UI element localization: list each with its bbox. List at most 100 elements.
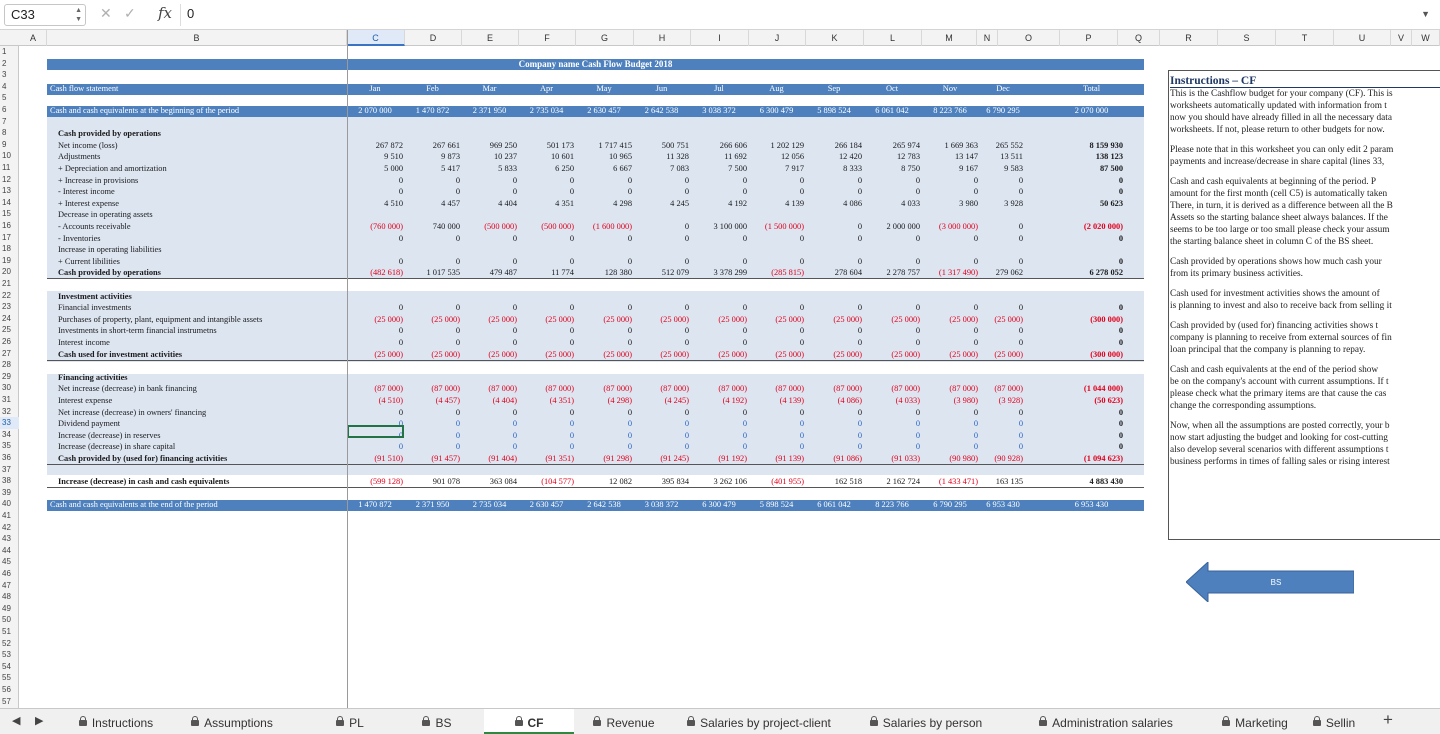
tab-marketing[interactable]: Marketing	[1206, 709, 1304, 734]
cell-value[interactable]: (91 139)	[749, 453, 804, 465]
cell-value[interactable]: 0	[922, 441, 978, 453]
cell-value[interactable]: 0	[806, 325, 862, 337]
row-header-12[interactable]: 12	[0, 174, 19, 186]
cell-value[interactable]: 6 790 295	[983, 105, 1023, 117]
cell-value[interactable]: (91 510)	[347, 453, 403, 465]
cell-value[interactable]: (87 000)	[691, 383, 747, 395]
cell-value[interactable]: 0	[922, 256, 978, 268]
cell-value[interactable]: 969 250	[462, 140, 517, 152]
row-header-31[interactable]: 31	[0, 394, 19, 406]
name-box[interactable]: C33 ▲ ▼	[4, 4, 86, 26]
row-header-47[interactable]: 47	[0, 580, 19, 592]
cell-value[interactable]: 6 953 430	[1060, 499, 1123, 511]
row-header-30[interactable]: 30	[0, 382, 19, 394]
cell-value[interactable]: (25 000)	[576, 314, 632, 326]
row-header-13[interactable]: 13	[0, 185, 19, 197]
cell-value[interactable]: (25 000)	[806, 349, 862, 361]
cell-value[interactable]: (1 500 000)	[749, 221, 804, 233]
cell-value[interactable]: 0	[634, 175, 689, 187]
cell-value[interactable]: 0	[806, 407, 862, 419]
cell-value[interactable]: (90 980)	[922, 453, 978, 465]
cell-value[interactable]: 0	[691, 186, 747, 198]
column-header-p[interactable]: P	[1060, 30, 1118, 46]
cell-value[interactable]: 0	[864, 430, 920, 442]
prev-sheet-icon[interactable]: ◀	[12, 714, 20, 727]
cell-value[interactable]: (482 618)	[347, 267, 403, 279]
row-header-26[interactable]: 26	[0, 336, 19, 348]
cell-value[interactable]: (401 955)	[749, 476, 804, 488]
name-box-spinner-icon[interactable]: ▲ ▼	[75, 6, 82, 24]
cell-value[interactable]: 0	[806, 186, 862, 198]
row-header-54[interactable]: 54	[0, 661, 19, 673]
cell-value[interactable]: (25 000)	[634, 349, 689, 361]
row-header-22[interactable]: 22	[0, 290, 19, 302]
row-header-55[interactable]: 55	[0, 672, 19, 684]
cell-value[interactable]: 6 250	[519, 163, 574, 175]
cell-value[interactable]: 2 000 000	[864, 221, 921, 233]
cell-value[interactable]: (4 245)	[634, 395, 689, 407]
cell-value[interactable]: 0	[347, 325, 403, 337]
cell-value[interactable]: 0	[634, 430, 689, 442]
cell-value[interactable]: 0	[806, 418, 862, 430]
cell-value[interactable]: 0	[462, 175, 517, 187]
row-header-39[interactable]: 39	[0, 487, 19, 499]
cell-value[interactable]: (87 000)	[405, 383, 460, 395]
cell-value[interactable]: (2 020 000)	[1060, 221, 1123, 233]
cell-value[interactable]: (90 928)	[983, 453, 1023, 465]
row-header-57[interactable]: 57	[0, 696, 19, 708]
cell-value[interactable]: 0	[519, 302, 574, 314]
cell-value[interactable]: 8 333	[806, 163, 862, 175]
cell-value[interactable]: (1 600 000)	[576, 221, 632, 233]
column-header-e[interactable]: E	[462, 30, 519, 46]
cell-value[interactable]: 0	[519, 337, 574, 349]
row-header-21[interactable]: 21	[0, 278, 19, 290]
cell-value[interactable]: 0	[806, 256, 862, 268]
cell-value[interactable]: 12 082	[576, 476, 632, 488]
cell-value[interactable]: 13 147	[922, 151, 978, 163]
row-header-36[interactable]: 36	[0, 452, 19, 464]
cell-value[interactable]: 0	[1060, 430, 1123, 442]
cell-value[interactable]: 7 917	[749, 163, 804, 175]
cell-value[interactable]: 4 351	[519, 198, 574, 210]
cell-value[interactable]: 0	[983, 175, 1023, 187]
cell-value[interactable]: 0	[405, 302, 460, 314]
cell-value[interactable]: 0	[749, 233, 804, 245]
cell-value[interactable]: (300 000)	[1060, 314, 1123, 326]
tab-salaries-by-project-client[interactable]: Salaries by project-client	[674, 709, 844, 734]
row-header-50[interactable]: 50	[0, 614, 19, 626]
cell-value[interactable]: 4 245	[634, 198, 689, 210]
cell-value[interactable]: (4 404)	[462, 395, 517, 407]
cell-value[interactable]: (3 980)	[922, 395, 978, 407]
cell-value[interactable]: 0	[864, 337, 920, 349]
cell-value[interactable]: 4 298	[576, 198, 632, 210]
cell-value[interactable]: 0	[749, 337, 804, 349]
cell-value[interactable]: 0	[922, 186, 978, 198]
cell-value[interactable]: 0	[576, 233, 632, 245]
row-header-32[interactable]: 32	[0, 406, 19, 418]
cell-value[interactable]: 3 262 106	[691, 476, 748, 488]
cell-value[interactable]: 0	[806, 337, 862, 349]
cell-value[interactable]: 0	[691, 325, 747, 337]
cell-value[interactable]: 0	[347, 256, 403, 268]
cell-value[interactable]: 3 378 299	[691, 267, 748, 279]
cell-value[interactable]: 0	[405, 256, 460, 268]
cell-value[interactable]: (87 000)	[347, 383, 403, 395]
cell-value[interactable]: 0	[749, 418, 804, 430]
cell-value[interactable]: 0	[806, 441, 862, 453]
cell-value[interactable]: 3 100 000	[691, 221, 748, 233]
row-header-51[interactable]: 51	[0, 626, 19, 638]
cell-value[interactable]: 0	[1060, 337, 1123, 349]
cell-value[interactable]: 265 974	[864, 140, 920, 152]
cell-value[interactable]: 5 898 524	[749, 499, 804, 511]
back-to-bs-arrow-icon[interactable]: BS	[1186, 562, 1354, 602]
cell-value[interactable]: 0	[462, 441, 517, 453]
cell-value[interactable]: 363 084	[462, 476, 517, 488]
cell-value[interactable]: (1 044 000)	[1060, 383, 1123, 395]
cell-value[interactable]: 2 642 538	[634, 105, 689, 117]
cell-value[interactable]: 0	[462, 325, 517, 337]
cell-value[interactable]: 501 173	[519, 140, 574, 152]
cell-value[interactable]: 7 083	[634, 163, 689, 175]
cell-value[interactable]: 0	[462, 302, 517, 314]
row-header-17[interactable]: 17	[0, 232, 19, 244]
row-header-48[interactable]: 48	[0, 591, 19, 603]
